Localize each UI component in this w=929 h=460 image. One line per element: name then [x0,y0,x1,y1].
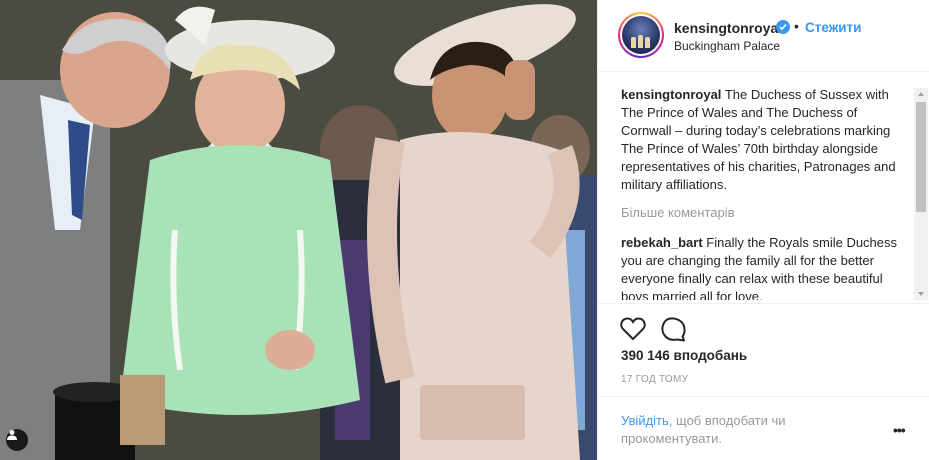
follow-button[interactable]: Стежити [805,20,861,35]
comment-username[interactable]: rebekah_bart [621,235,703,250]
caption: kensingtonroyal The Duchess of Sussex wi… [621,86,911,194]
caption-username[interactable]: kensingtonroyal [621,87,721,102]
verified-badge-icon [776,20,790,34]
user-tag-icon [7,430,17,440]
header-username[interactable]: kensingtonroyal [674,20,782,36]
location-link[interactable]: Buckingham Palace [674,39,780,53]
likes-count[interactable]: 390 146 вподобань [621,348,747,363]
user-tag-button[interactable] [6,429,28,451]
comments-list[interactable]: kensingtonroyal The Duchess of Sussex wi… [621,86,911,300]
photo-illustration [0,0,597,460]
header-separator: • [794,18,799,34]
post-photo[interactable] [0,0,597,460]
login-prompt: Увійдіть, щоб вподобати чи прокоментуват… [598,396,929,460]
avatar[interactable] [618,12,664,58]
login-link[interactable]: Увійдіть [621,413,669,428]
more-options-icon[interactable]: ••• [893,422,906,438]
load-more-comments-button[interactable]: Більше коментарів [621,204,911,222]
comment-icon[interactable] [661,317,686,342]
scroll-up-arrow-icon[interactable] [918,92,924,96]
post-timestamp[interactable]: 17 ГОД ТОМУ [621,374,688,385]
scroll-down-arrow-icon[interactable] [918,292,924,296]
action-bar [598,303,929,343]
post-side-panel: kensingtonroyal • Стежити Buckingham Pal… [597,0,929,460]
comments-scrollbar[interactable] [914,88,928,300]
scrollbar-thumb[interactable] [916,102,926,212]
caption-text: The Duchess of Sussex with The Prince of… [621,87,896,192]
heart-icon[interactable] [620,317,646,341]
list-item: rebekah_bart Finally the Royals smile Du… [621,234,911,300]
post-header: kensingtonroyal • Стежити Buckingham Pal… [598,0,929,72]
